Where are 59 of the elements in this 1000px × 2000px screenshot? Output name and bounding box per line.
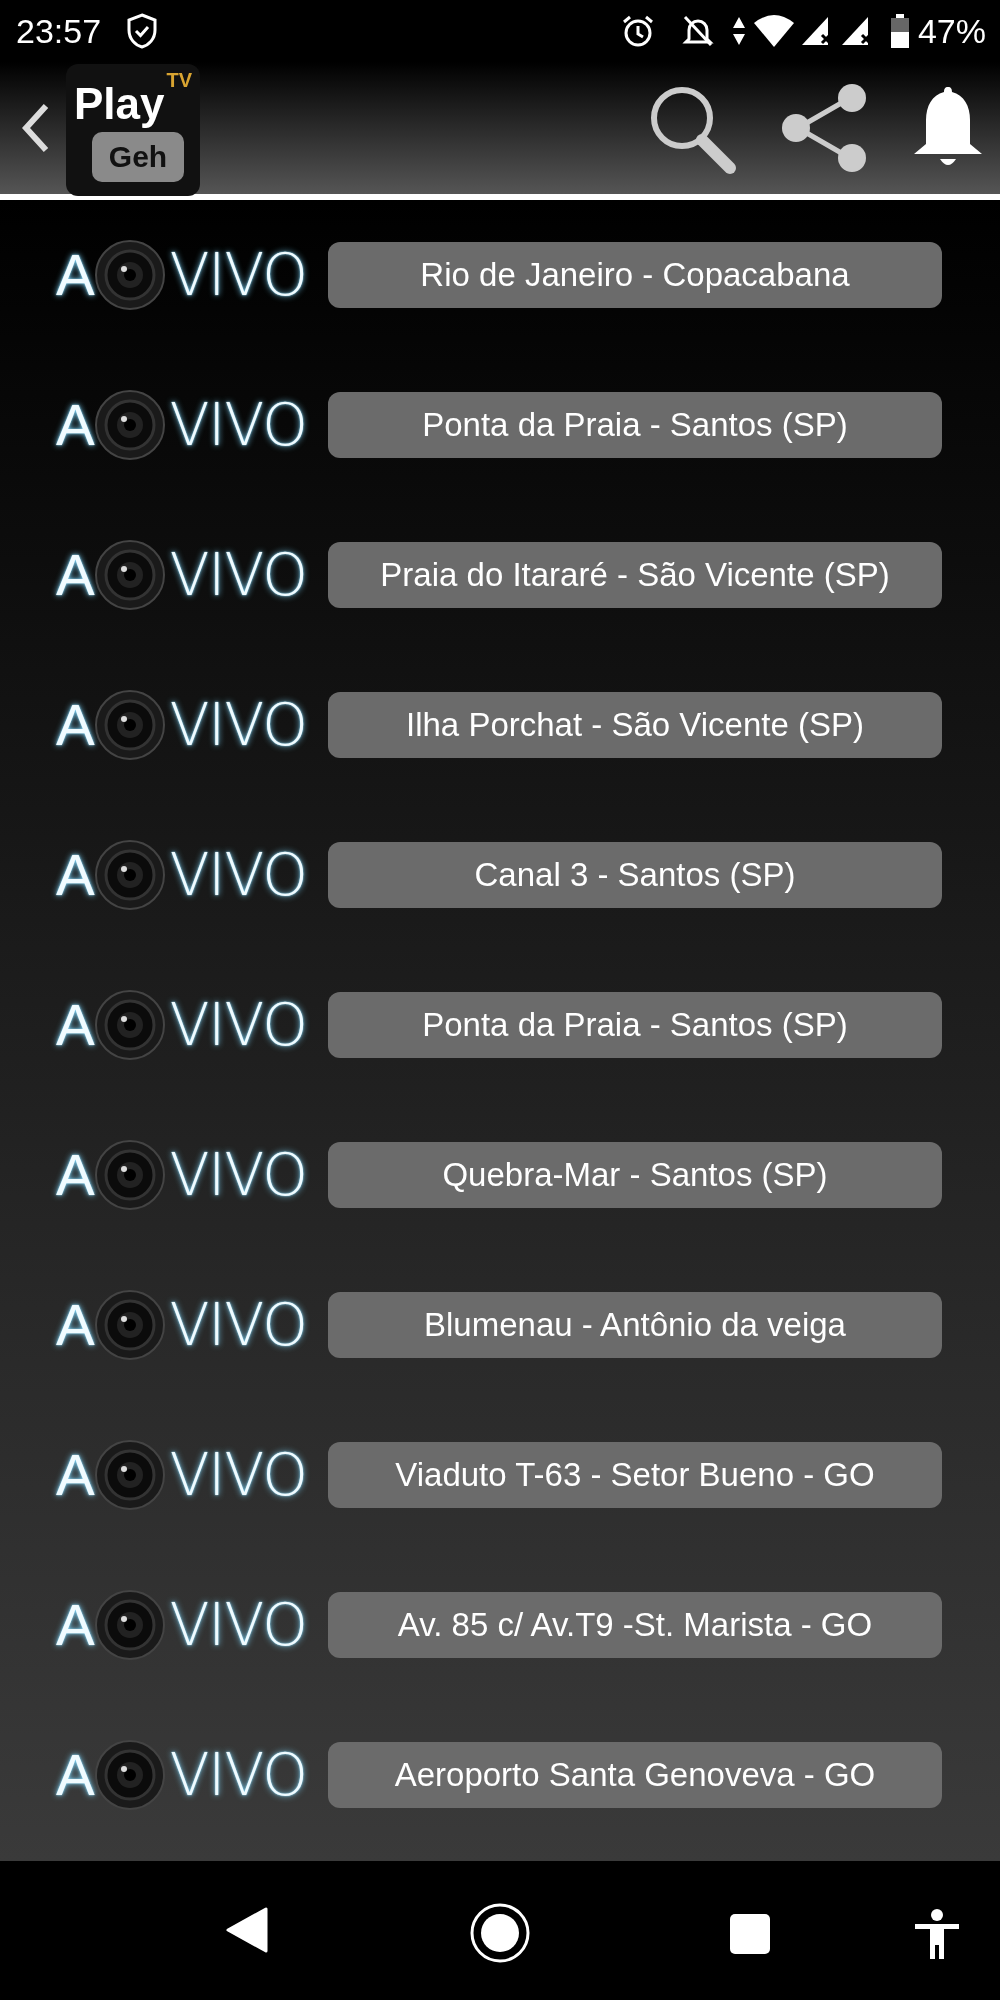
accessibility-icon[interactable] (914, 1909, 960, 1961)
stream-button[interactable]: Quebra-Mar - Santos (SP) (328, 1142, 942, 1208)
clock-time: 23:57 (16, 10, 102, 52)
camera-lens-icon (93, 1139, 166, 1211)
logo-letter: A (56, 1146, 94, 1204)
camera-lens-icon (93, 1739, 166, 1811)
logo-letter: A (56, 1446, 94, 1504)
stream-button[interactable]: Aeroporto Santa Genoveva - GO (328, 1742, 942, 1808)
logo-letter: A (56, 1596, 94, 1654)
logo-tv-label: TV (166, 70, 192, 90)
logo-title: Play (74, 82, 165, 126)
logo-letter: A (56, 1296, 94, 1354)
wifi-icon (753, 15, 794, 47)
logo-subtitle: Geh (92, 132, 184, 182)
camera-lens-icon (93, 539, 166, 611)
bell-off-icon (679, 13, 716, 49)
stream-button[interactable]: Ponta da Praia - Santos (SP) (328, 392, 942, 458)
home-nav-icon[interactable] (469, 1902, 531, 1964)
back-icon[interactable] (22, 103, 50, 153)
logo-letter: A (56, 996, 94, 1054)
back-nav-icon[interactable] (226, 1907, 268, 1953)
stream-button[interactable]: Rio de Janeiro - Copacabana (328, 242, 942, 308)
data-arrows-icon (731, 16, 746, 46)
stream-button[interactable]: Blumenau - Antônio da veiga (328, 1292, 942, 1358)
logo-text: VIVO (169, 696, 307, 754)
camera-lens-icon (93, 989, 166, 1061)
logo-text: VIVO (169, 546, 307, 604)
stream-button[interactable]: Praia do Itararé - São Vicente (SP) (328, 542, 942, 608)
battery-percent: 47% (917, 10, 986, 52)
logo-letter: A (56, 846, 94, 904)
logo-text: VIVO (169, 846, 307, 904)
stream-button[interactable]: Av. 85 c/ Av.T9 -St. Marista - GO (328, 1592, 942, 1658)
logo-text: VIVO (169, 396, 307, 454)
stream-button[interactable]: Canal 3 - Santos (SP) (328, 842, 942, 908)
logo-text: VIVO (169, 1446, 307, 1504)
logo-letter: A (56, 546, 94, 604)
camera-lens-icon (93, 1589, 166, 1661)
camera-lens-icon (93, 1289, 166, 1361)
logo-letter: A (56, 396, 94, 454)
logo-text: VIVO (169, 996, 307, 1054)
logo-letter: A (56, 1746, 94, 1804)
stream-button[interactable]: Ponta da Praia - Santos (SP) (328, 992, 942, 1058)
recents-nav-icon[interactable] (729, 1913, 771, 1955)
logo-text: VIVO (169, 1746, 307, 1804)
logo-text: VIVO (169, 1596, 307, 1654)
logo-letter: A (56, 696, 94, 754)
shield-icon (125, 12, 160, 50)
camera-lens-icon (93, 389, 166, 461)
camera-lens-icon (93, 689, 166, 761)
logo-text: VIVO (169, 1146, 307, 1204)
stream-button[interactable]: Ilha Porchat - São Vicente (SP) (328, 692, 942, 758)
camera-lens-icon (93, 839, 166, 911)
camera-lens-icon (93, 239, 166, 311)
logo-letter: A (56, 246, 94, 304)
logo-text: VIVO (169, 246, 307, 304)
camera-lens-icon (93, 1439, 166, 1511)
logo-text: VIVO (169, 1296, 307, 1354)
battery-icon (889, 14, 910, 48)
stream-button[interactable]: Viaduto T-63 - Setor Bueno - GO (328, 1442, 942, 1508)
